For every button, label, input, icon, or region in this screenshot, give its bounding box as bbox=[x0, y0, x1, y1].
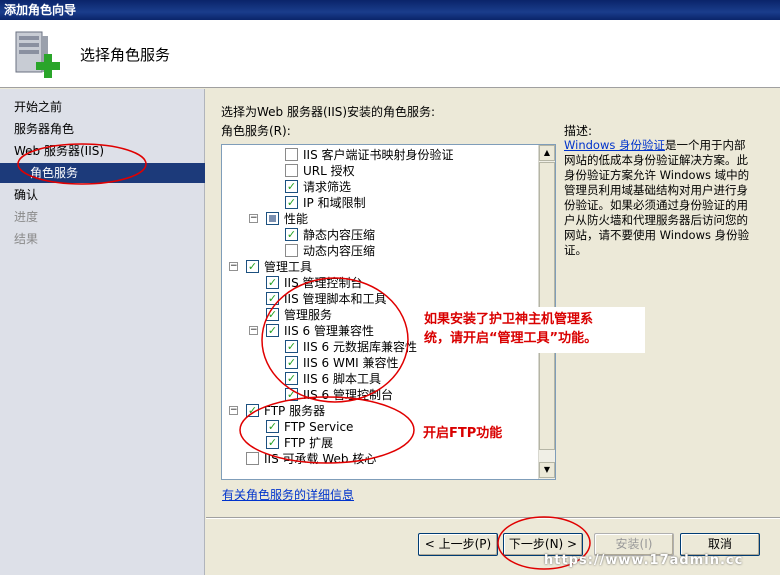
window-title-bar[interactable]: 添加角色向导 bbox=[0, 0, 780, 20]
tree-row-label: 请求筛选 bbox=[303, 180, 352, 194]
nav-item-results: 结果 bbox=[14, 232, 39, 246]
tree-expander-icon[interactable]: − bbox=[229, 406, 238, 415]
tree-row-label: IIS 6 元数据库兼容性 bbox=[303, 340, 417, 354]
tree-row[interactable]: − ✓ 管理工具 bbox=[222, 259, 538, 275]
button-separator bbox=[206, 517, 780, 519]
page-title: 选择角色服务 bbox=[80, 46, 171, 64]
watermark: https://www.17admin.cc bbox=[544, 553, 744, 568]
tree-checkbox[interactable]: ✓ bbox=[285, 180, 298, 193]
tree-checkbox[interactable] bbox=[285, 148, 298, 161]
scroll-up-button[interactable]: ▲ bbox=[539, 145, 555, 161]
tree-checkbox[interactable]: ✓ bbox=[266, 308, 279, 321]
tree-row-label: FTP Service bbox=[284, 420, 354, 434]
tree-row-label: 动态内容压缩 bbox=[303, 244, 376, 258]
tree-checkbox[interactable]: ✓ bbox=[246, 260, 259, 273]
tree-checkbox[interactable]: ✓ bbox=[266, 276, 279, 289]
tree-row[interactable]: ✓ 请求筛选 bbox=[222, 179, 538, 195]
tree-checkbox[interactable] bbox=[285, 164, 298, 177]
scroll-thumb[interactable] bbox=[539, 162, 555, 450]
tree-row[interactable]: 动态内容压缩 bbox=[222, 243, 538, 259]
description-text: Windows 身份验证是一个用于内部网站的低成本身份验证解决方案。此身份验证方… bbox=[564, 138, 752, 258]
annotation-ftp: 开启FTP功能 bbox=[423, 426, 503, 441]
annotation-mgmt-line1: 如果安装了护卫神主机管理系 bbox=[424, 312, 594, 327]
tree-row[interactable]: − 性能 bbox=[222, 211, 538, 227]
tree-row-label: 管理服务 bbox=[284, 308, 333, 322]
tree-row[interactable]: URL 授权 bbox=[222, 163, 538, 179]
tree-row-label: IIS 6 WMI 兼容性 bbox=[303, 356, 399, 370]
tree-expander-icon[interactable]: − bbox=[249, 326, 258, 335]
tree-row[interactable]: ✓ IIS 管理控制台 bbox=[222, 275, 538, 291]
tree-row-label: IP 和域限制 bbox=[303, 196, 366, 210]
tree-checkbox[interactable]: ✓ bbox=[285, 356, 298, 369]
nav-item-role-services[interactable]: 角色服务 bbox=[0, 163, 205, 183]
tree-row-label: IIS 管理脚本和工具 bbox=[284, 292, 387, 306]
tree-checkbox[interactable]: ✓ bbox=[266, 436, 279, 449]
nav-item-before-you-begin[interactable]: 开始之前 bbox=[0, 97, 205, 117]
tree-checkbox[interactable] bbox=[246, 452, 259, 465]
tree-checkbox[interactable]: ✓ bbox=[266, 420, 279, 433]
tree-checkbox[interactable]: ✓ bbox=[285, 228, 298, 241]
tree-row[interactable]: IIS 可承载 Web 核心 bbox=[222, 451, 538, 467]
tree-expander-icon[interactable]: − bbox=[229, 262, 238, 271]
tree-row[interactable]: − ✓ FTP 服务器 bbox=[222, 403, 538, 419]
tree-row[interactable]: ✓ IIS 6 管理控制台 bbox=[222, 387, 538, 403]
description-body: 是一个用于内部网站的低成本身份验证解决方案。此身份验证方案允许 Windows … bbox=[564, 138, 750, 257]
tree-checkbox[interactable] bbox=[266, 212, 279, 225]
more-info-link[interactable]: 有关角色服务的详细信息 bbox=[222, 486, 354, 503]
tree-checkbox[interactable]: ✓ bbox=[266, 324, 279, 337]
annotation-mgmt-line2: 统，请开启“管理工具”功能。 bbox=[424, 331, 598, 346]
tree-checkbox[interactable]: ✓ bbox=[285, 388, 298, 401]
nav-item-confirmation[interactable]: 确认 bbox=[0, 185, 205, 205]
tree-row-label: IIS 可承载 Web 核心 bbox=[264, 452, 377, 466]
previous-button[interactable]: < 上一步(P) bbox=[418, 533, 498, 556]
scroll-down-button[interactable]: ▼ bbox=[539, 462, 555, 478]
nav-item-progress: 进度 bbox=[14, 210, 39, 224]
tree-row-label: 静态内容压缩 bbox=[303, 228, 376, 242]
tree-row[interactable]: ✓ IIS 6 脚本工具 bbox=[222, 371, 538, 387]
tree-row[interactable]: ✓ 静态内容压缩 bbox=[222, 227, 538, 243]
wizard-nav: 开始之前 服务器角色 Web 服务器(IIS) 角色服务 确认 进度 结果 bbox=[0, 89, 205, 575]
tree-checkbox[interactable]: ✓ bbox=[285, 372, 298, 385]
tree-checkbox[interactable]: ✓ bbox=[285, 340, 298, 353]
tree-checkbox[interactable]: ✓ bbox=[285, 196, 298, 209]
tree-row-label: IIS 6 管理控制台 bbox=[303, 388, 393, 402]
tree-row-label: 性能 bbox=[284, 212, 309, 226]
nav-item-web-server[interactable]: Web 服务器(IIS) bbox=[0, 141, 205, 161]
nav-item-server-roles[interactable]: 服务器角色 bbox=[0, 119, 205, 139]
server-role-add-icon bbox=[15, 31, 60, 78]
tree-checkbox[interactable]: ✓ bbox=[246, 404, 259, 417]
tree-row-label: IIS 6 脚本工具 bbox=[303, 372, 381, 386]
tree-row[interactable]: ✓ IIS 管理脚本和工具 bbox=[222, 291, 538, 307]
tree-row-label: IIS 管理控制台 bbox=[284, 276, 363, 290]
tree-row[interactable]: ✓ IIS 6 WMI 兼容性 bbox=[222, 355, 538, 371]
tree-row-label: FTP 服务器 bbox=[264, 404, 326, 418]
tree-row-label: FTP 扩展 bbox=[284, 436, 334, 450]
description-title: 描述: bbox=[564, 124, 593, 138]
tree-row-label: 管理工具 bbox=[264, 260, 313, 274]
windows-auth-link[interactable]: Windows 身份验证 bbox=[564, 138, 665, 152]
tree-row-label: IIS 6 管理兼容性 bbox=[284, 324, 374, 338]
tree-checkbox[interactable] bbox=[285, 244, 298, 257]
tree-row[interactable]: IIS 客户端证书映射身份验证 bbox=[222, 147, 538, 163]
instruction-text: 选择为Web 服务器(IIS)安装的角色服务: bbox=[221, 105, 436, 119]
tree-checkbox[interactable]: ✓ bbox=[266, 292, 279, 305]
tree-row-label: URL 授权 bbox=[303, 164, 355, 178]
wizard-header: 选择角色服务 bbox=[0, 20, 780, 88]
tree-expander-icon[interactable]: − bbox=[249, 214, 258, 223]
role-services-label: 角色服务(R): bbox=[221, 124, 291, 138]
tree-row[interactable]: ✓ IP 和域限制 bbox=[222, 195, 538, 211]
window-title: 添加角色向导 bbox=[4, 3, 77, 17]
tree-row-label: IIS 客户端证书映射身份验证 bbox=[303, 148, 454, 162]
